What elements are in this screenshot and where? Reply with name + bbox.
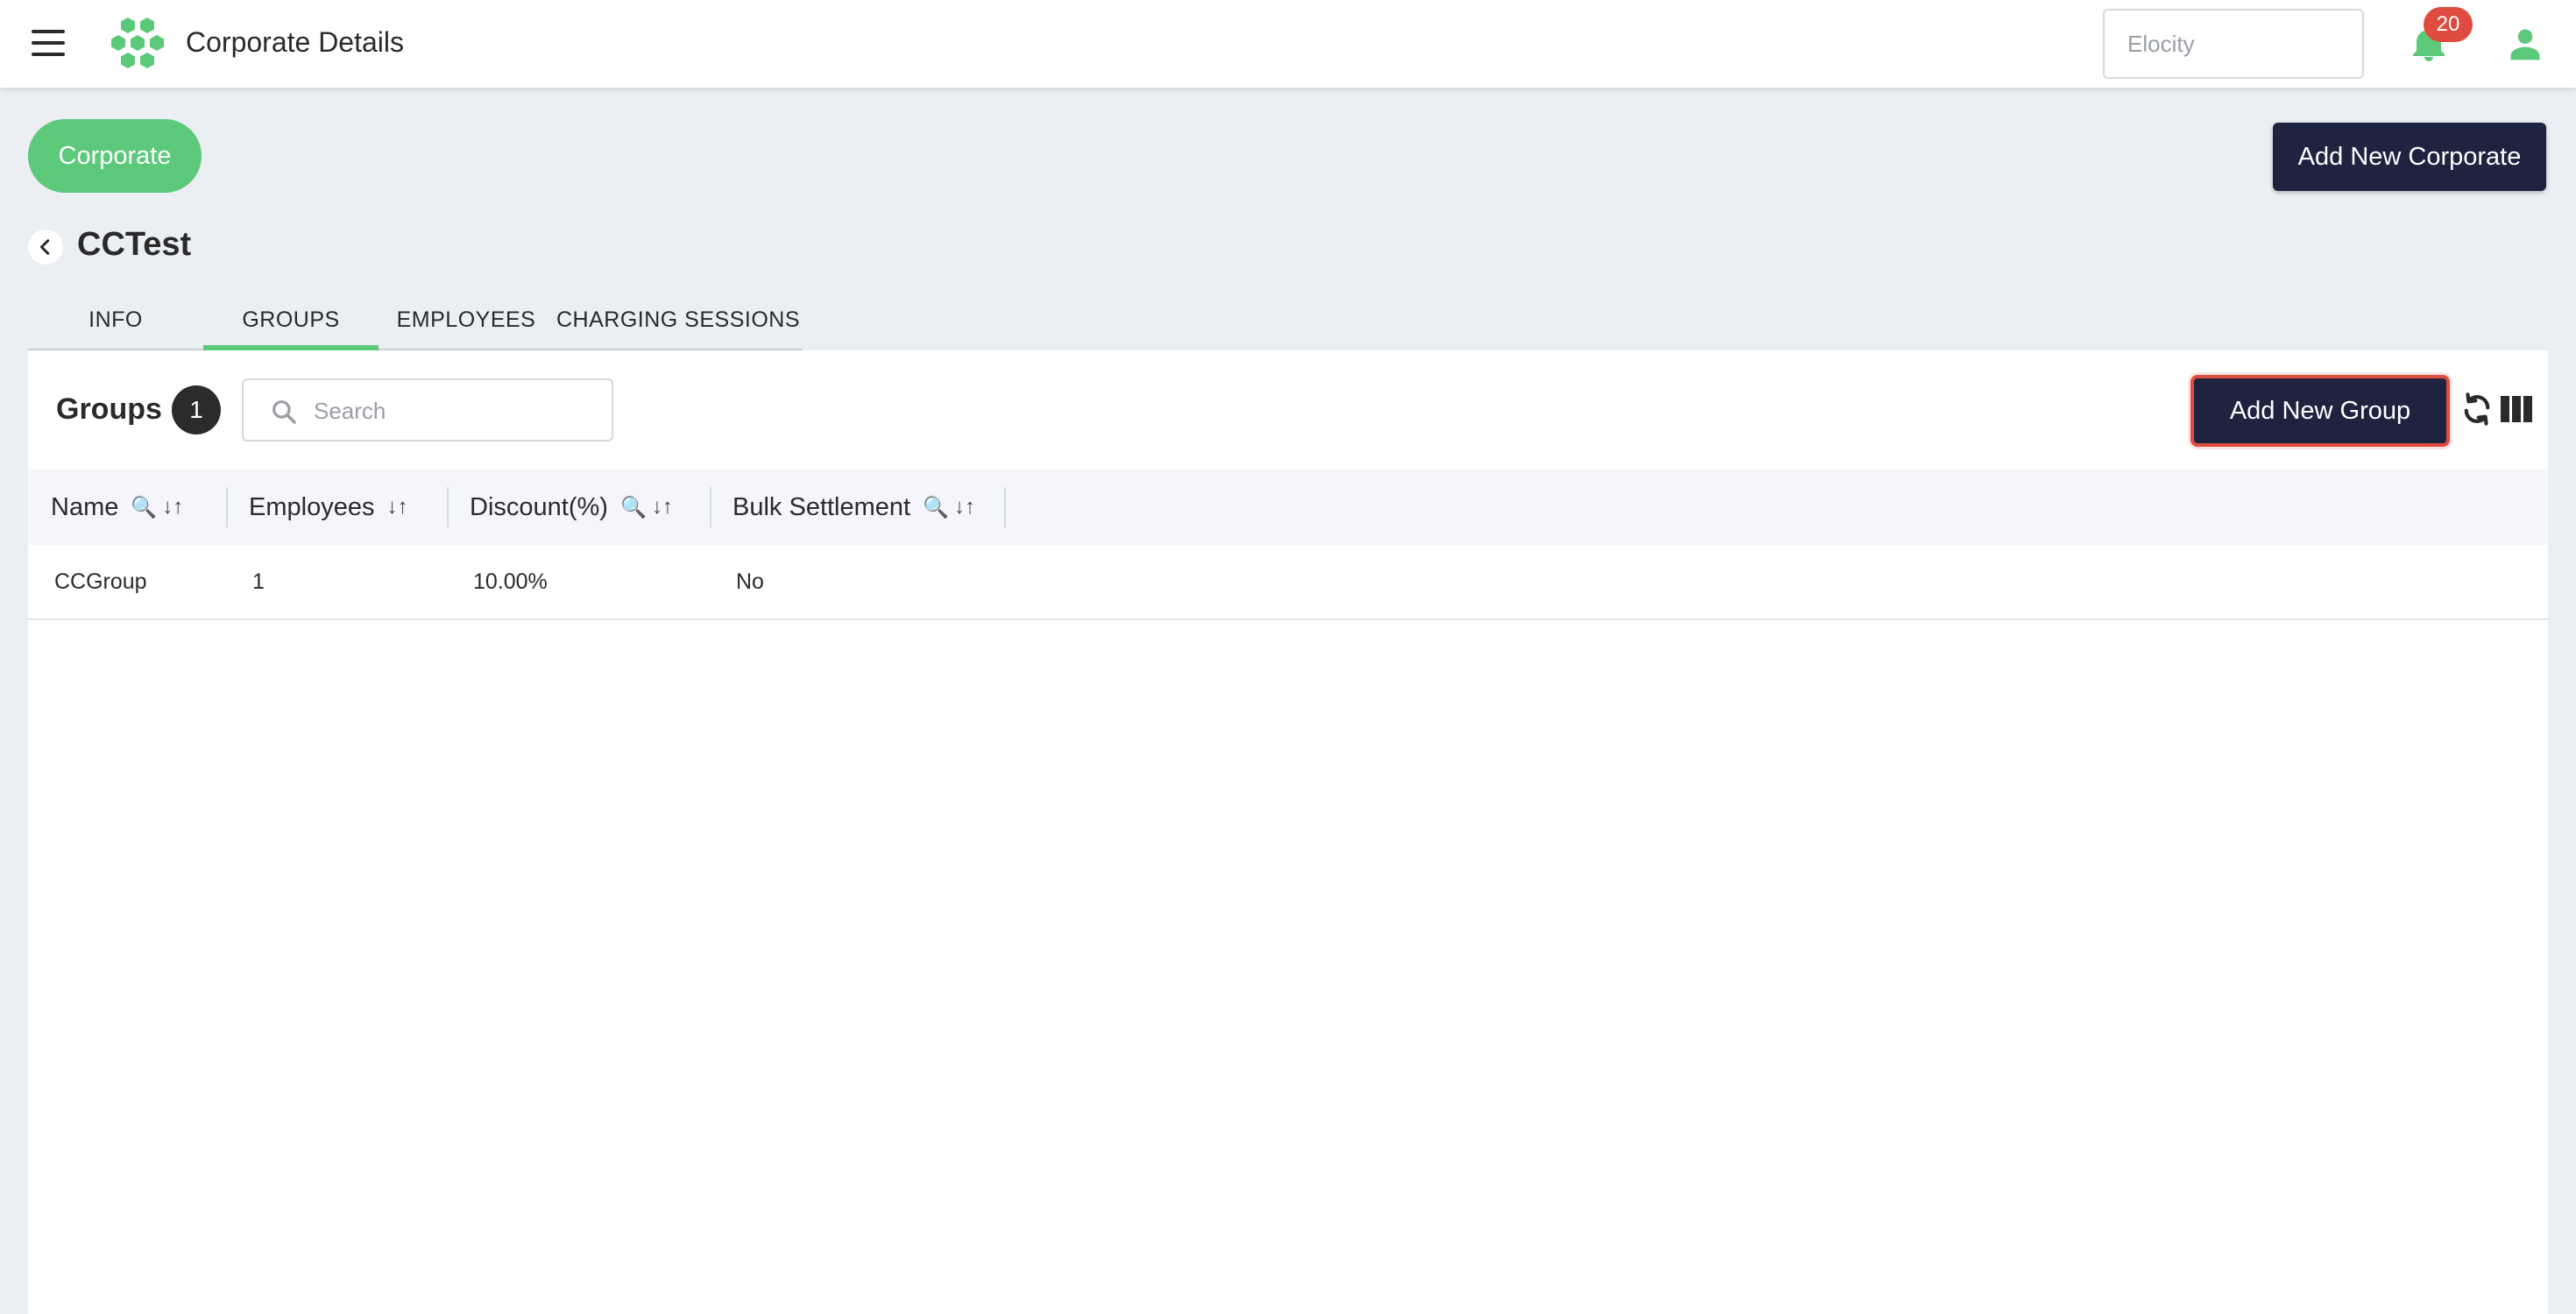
search-input[interactable] bbox=[314, 387, 603, 434]
column-search-icon[interactable]: 🔍 bbox=[620, 495, 647, 520]
sort-icon[interactable]: ↓↑ bbox=[954, 495, 975, 519]
search-box bbox=[242, 378, 613, 442]
tenant-input[interactable] bbox=[2103, 9, 2364, 79]
table-header: Name 🔍 ↓↑ Employees ↓↑ Discount(%) 🔍 ↓↑ … bbox=[28, 470, 2548, 545]
sort-icon[interactable]: ↓↑ bbox=[386, 495, 407, 519]
column-header-bulk-settlement: Bulk Settlement 🔍 ↓↑ bbox=[710, 470, 1004, 545]
tab-employees[interactable]: EMPLOYEES bbox=[379, 289, 554, 350]
tab-info[interactable]: INFO bbox=[28, 289, 203, 350]
logo-icon bbox=[111, 18, 164, 68]
app-title: Corporate Details bbox=[186, 26, 404, 58]
sort-icon[interactable]: ↓↑ bbox=[162, 495, 183, 519]
menu-icon[interactable] bbox=[32, 30, 65, 56]
table-row[interactable]: CCGroup 1 10.00% No bbox=[28, 545, 2548, 620]
add-new-group-button[interactable]: Add New Group bbox=[2190, 375, 2450, 447]
column-header-employees: Employees ↓↑ bbox=[226, 470, 447, 545]
top-bar: Corporate Details 20 bbox=[0, 0, 2576, 88]
chevron-left-icon bbox=[39, 239, 50, 255]
back-button[interactable] bbox=[28, 230, 63, 265]
column-search-icon[interactable]: 🔍 bbox=[923, 495, 949, 520]
cell-discount: 10.00% bbox=[473, 569, 548, 594]
corporate-button[interactable]: Corporate bbox=[28, 119, 202, 193]
column-label: Name bbox=[51, 492, 119, 521]
cell-employees: 1 bbox=[252, 569, 265, 594]
column-label: Bulk Settlement bbox=[732, 492, 911, 521]
column-search-icon[interactable]: 🔍 bbox=[131, 495, 157, 520]
sort-icon[interactable]: ↓↑ bbox=[652, 495, 673, 519]
tab-groups[interactable]: GROUPS bbox=[203, 289, 379, 350]
column-header-name: Name 🔍 ↓↑ bbox=[28, 470, 226, 545]
refresh-icon[interactable] bbox=[2459, 391, 2495, 427]
notification-count-badge: 20 bbox=[2424, 7, 2473, 42]
search-icon bbox=[272, 400, 296, 424]
column-label: Discount(%) bbox=[470, 492, 608, 521]
groups-count-badge: 1 bbox=[172, 385, 221, 434]
columns-icon[interactable] bbox=[2501, 396, 2532, 422]
tab-bar: INFO GROUPS EMPLOYEES CHARGING SESSIONS bbox=[28, 289, 803, 350]
tab-charging-sessions[interactable]: CHARGING SESSIONS bbox=[554, 289, 803, 350]
column-label: Employees bbox=[249, 492, 375, 521]
groups-card: Groups 1 Add New Group Name 🔍 ↓↑ Employe… bbox=[28, 350, 2548, 1314]
column-header-discount: Discount(%) 🔍 ↓↑ bbox=[447, 470, 710, 545]
cell-name: CCGroup bbox=[54, 569, 147, 594]
groups-title: Groups bbox=[56, 392, 162, 426]
user-icon[interactable] bbox=[2506, 25, 2544, 63]
cell-bulk-settlement: No bbox=[736, 569, 764, 594]
column-divider[interactable] bbox=[1004, 487, 1006, 527]
page-title: CCTest bbox=[77, 226, 192, 263]
add-new-corporate-button[interactable]: Add New Corporate bbox=[2273, 123, 2546, 191]
